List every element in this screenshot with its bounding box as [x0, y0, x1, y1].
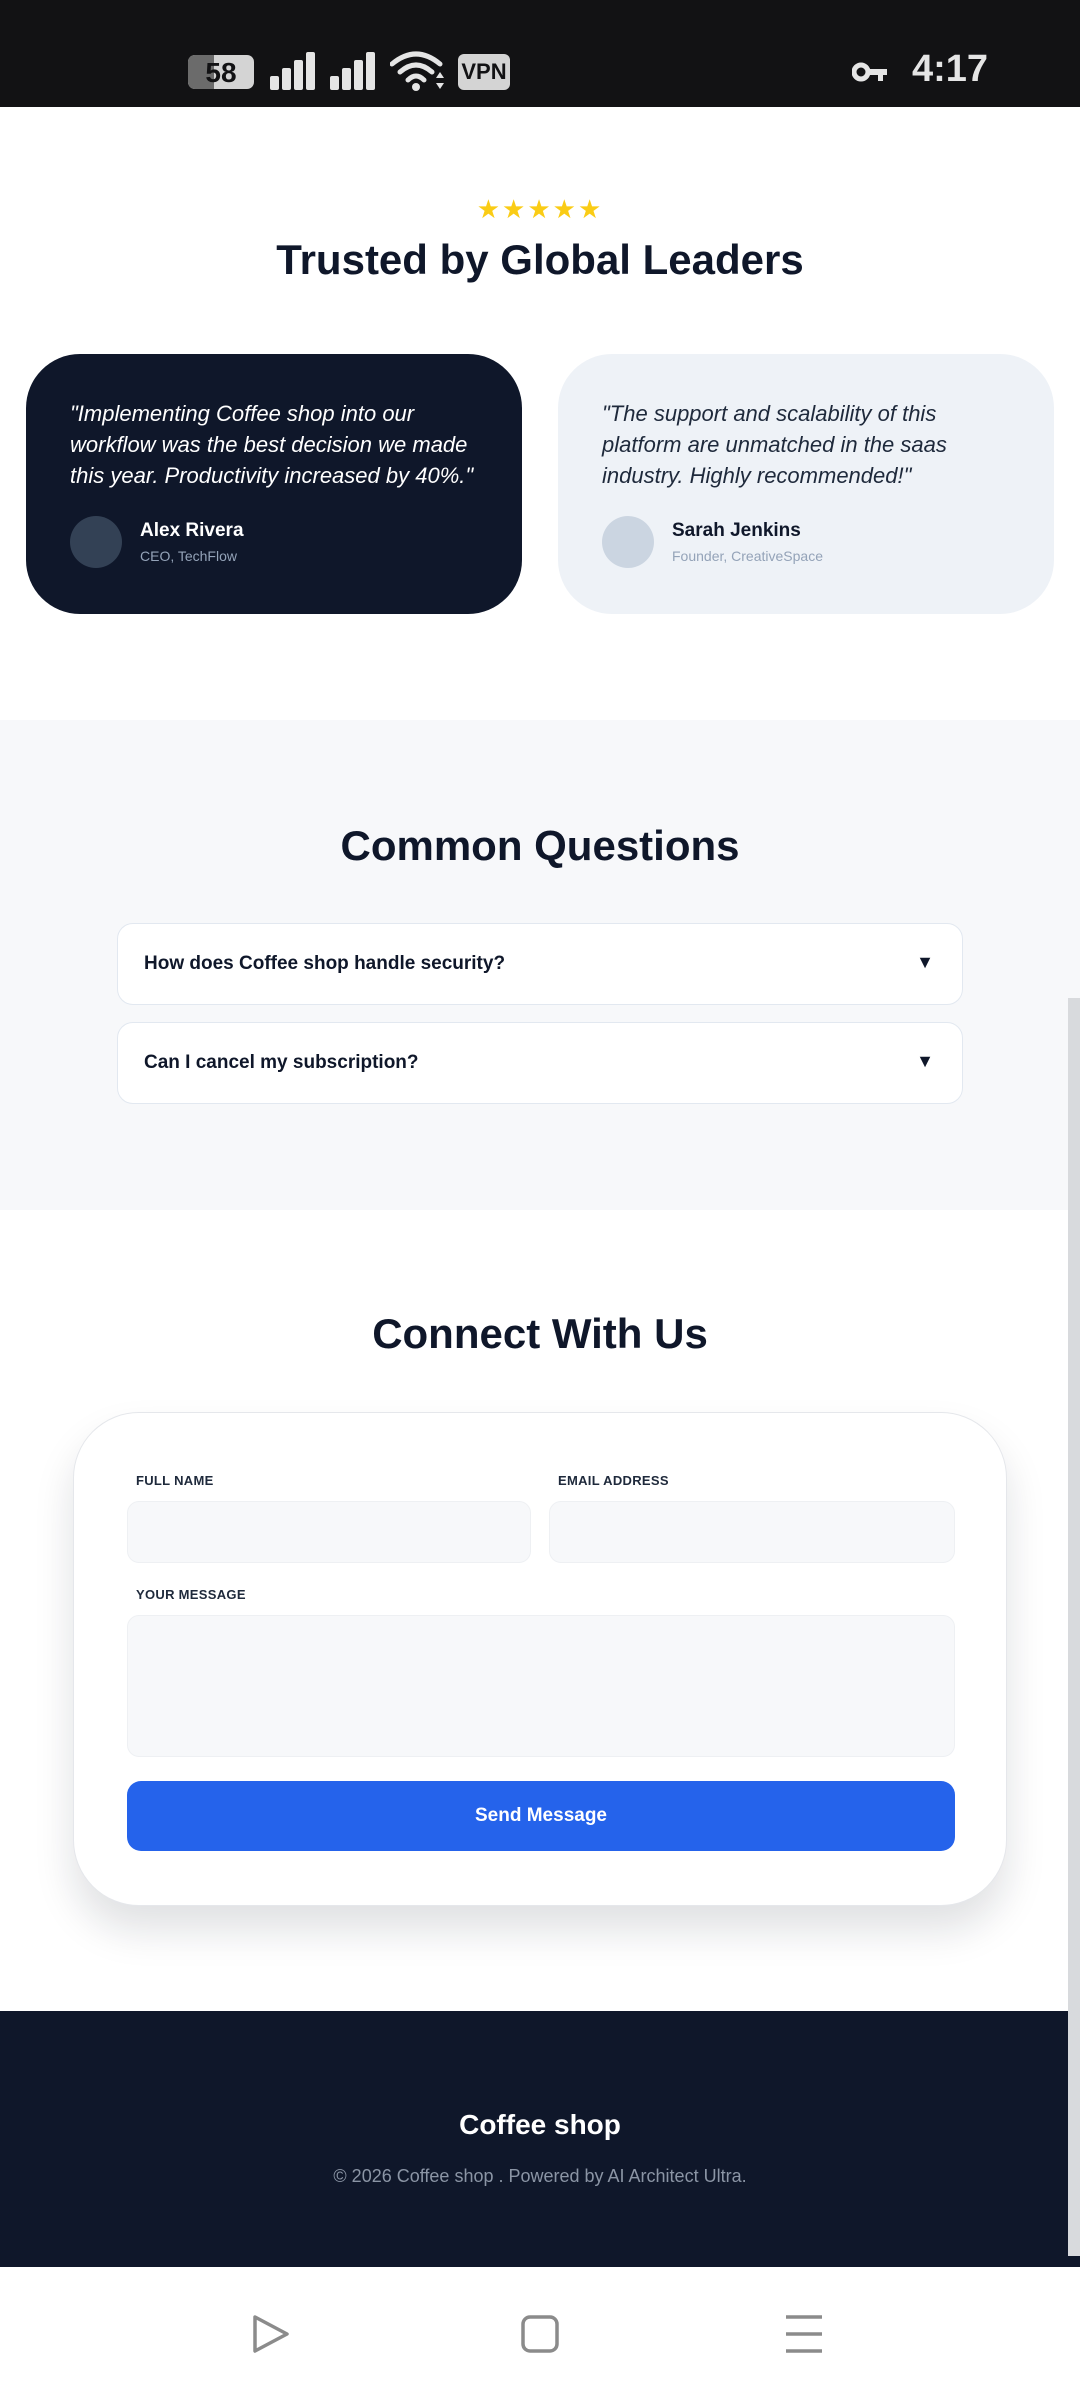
vpn-icon: VPN [458, 54, 510, 90]
signal-icon [330, 52, 376, 90]
avatar [602, 516, 654, 568]
author-role: CEO, TechFlow [140, 548, 237, 564]
author-role: Founder, CreativeSpace [672, 548, 823, 564]
signal-icon [270, 52, 316, 90]
back-triangle-icon[interactable] [243, 2307, 297, 2361]
contact-title: Connect With Us [372, 1310, 708, 1357]
faq-item[interactable]: How does Coffee shop handle security? ▼ [117, 923, 963, 1005]
chevron-down-icon: ▼ [916, 952, 934, 972]
author-name: Sarah Jenkins [672, 520, 801, 541]
faq-question: Can I cancel my subscription? [144, 1052, 419, 1073]
footer-copyright: © 2026 Coffee shop . Powered by AI Archi… [333, 2166, 747, 2186]
menu-lines-icon[interactable] [777, 2307, 831, 2361]
faq-item[interactable]: Can I cancel my subscription? ▼ [117, 1022, 963, 1104]
full-name-field[interactable] [127, 1501, 531, 1563]
full-name-label: FULL NAME [136, 1473, 214, 1488]
contact-form: FULL NAME EMAIL ADDRESS YOUR MESSAGE Sen… [73, 1412, 1007, 1906]
send-message-button[interactable]: Send Message [127, 1781, 955, 1851]
clock: 4:17 [912, 48, 989, 90]
testimonial-card: "Implementing Coffee shop into our workf… [26, 354, 522, 614]
battery-icon: 58 [188, 55, 254, 89]
footer: Coffee shop © 2026 Coffee shop . Powered… [0, 2011, 1080, 2267]
testimonial-card: "The support and scalability of this pla… [558, 354, 1054, 614]
faq-question: How does Coffee shop handle security? [144, 953, 506, 974]
message-label: YOUR MESSAGE [136, 1587, 246, 1602]
home-square-icon[interactable] [513, 2307, 567, 2361]
navigation-bar [0, 2267, 1080, 2400]
scrollbar[interactable] [1068, 998, 1080, 2256]
message-field[interactable] [127, 1615, 955, 1757]
email-field[interactable] [549, 1501, 955, 1563]
faq-title: Common Questions [340, 822, 740, 869]
wifi-icon [390, 51, 444, 91]
status-bar: 58 VPN 4:17 [0, 0, 1080, 107]
key-icon [852, 62, 887, 82]
email-label: EMAIL ADDRESS [558, 1473, 669, 1488]
battery-level: 58 [205, 57, 237, 88]
avatar [70, 516, 122, 568]
testimonial-quote: "Implementing Coffee shop into our workf… [70, 401, 474, 488]
chevron-down-icon: ▼ [916, 1051, 934, 1071]
testimonials-title: Trusted by Global Leaders [276, 236, 804, 283]
author-name: Alex Rivera [140, 520, 244, 541]
rating-stars-icon: ★★★★★ [476, 194, 604, 224]
faq-section: Common Questions How does Coffee shop ha… [0, 720, 1080, 1210]
footer-brand: Coffee shop [459, 2109, 621, 2140]
testimonial-quote: "The support and scalability of this pla… [602, 401, 947, 488]
